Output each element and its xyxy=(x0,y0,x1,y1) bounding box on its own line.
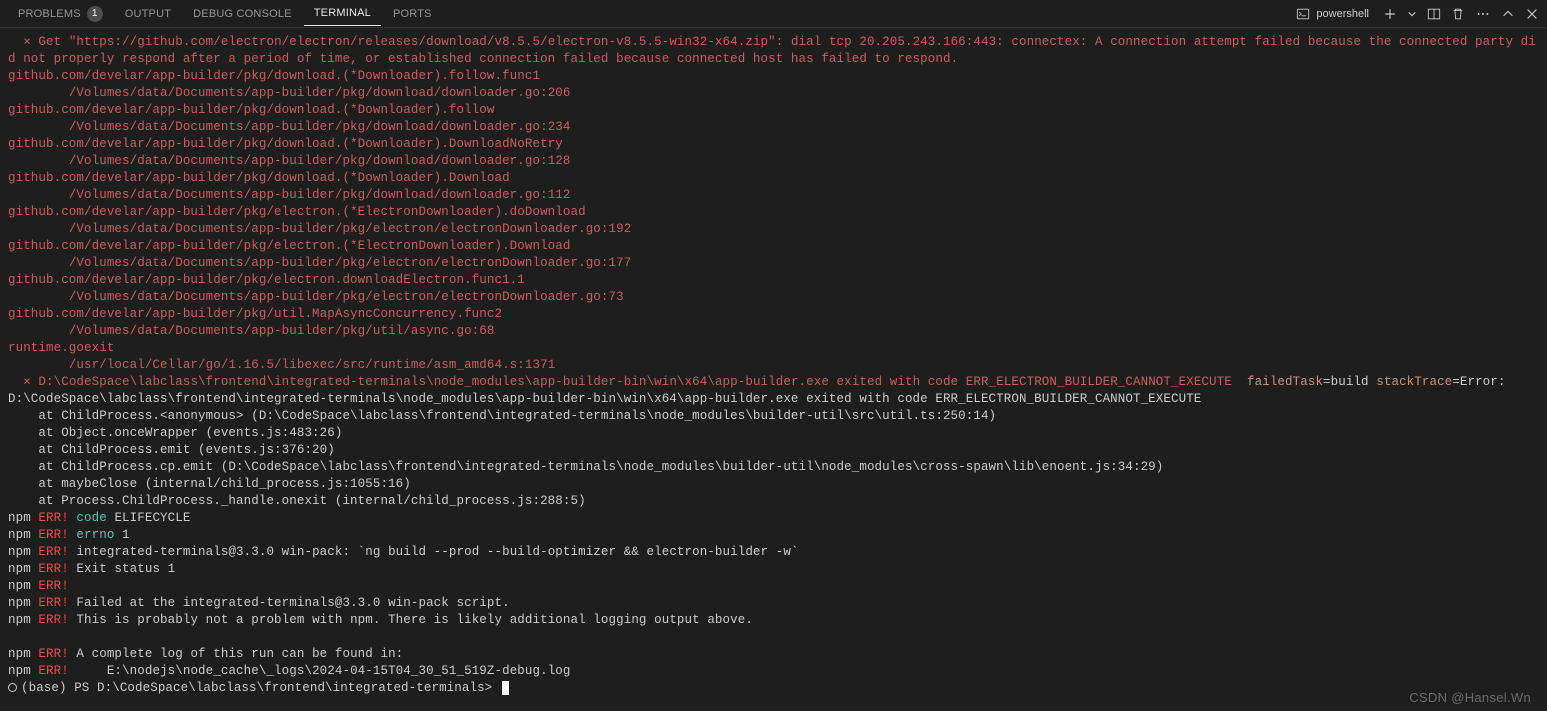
terminal-npm-err-line: npm ERR! E:\nodejs\node_cache\_logs\2024… xyxy=(8,663,1539,680)
terminal-js-stack-line: at Process.ChildProcess._handle.onexit (… xyxy=(8,493,1539,510)
panel-tabs: PROBLEMS 1 OUTPUT DEBUG CONSOLE TERMINAL… xyxy=(8,2,442,26)
terminal-npm-err-line: npm ERR! code ELIFECYCLE xyxy=(8,510,1539,527)
tab-debug-console[interactable]: DEBUG CONSOLE xyxy=(183,2,302,26)
terminal-npm-err-line: npm ERR! This is probably not a problem … xyxy=(8,612,1539,629)
terminal-npm-err-line: npm ERR! xyxy=(8,578,1539,595)
shell-selector[interactable]: powershell xyxy=(1296,7,1373,21)
terminal-js-stack-line: at ChildProcess.cp.emit (D:\CodeSpace\la… xyxy=(8,459,1539,476)
terminal-npm-err-line: npm ERR! Failed at the integrated-termin… xyxy=(8,595,1539,612)
terminal-stack-line: github.com/develar/app-builder/pkg/downl… xyxy=(8,136,1539,153)
watermark: CSDN @Hansel.Wn xyxy=(1409,690,1531,705)
chevron-down-icon[interactable] xyxy=(1407,7,1417,21)
terminal-stack-line: github.com/develar/app-builder/pkg/elect… xyxy=(8,204,1539,221)
tab-ports[interactable]: PORTS xyxy=(383,2,442,26)
terminal-stack-line: github.com/develar/app-builder/pkg/downl… xyxy=(8,102,1539,119)
close-panel-icon[interactable] xyxy=(1525,7,1539,21)
panel-header: PROBLEMS 1 OUTPUT DEBUG CONSOLE TERMINAL… xyxy=(0,0,1547,28)
shell-name: powershell xyxy=(1316,8,1369,20)
terminal-stack-line: /Volumes/data/Documents/app-builder/pkg/… xyxy=(8,85,1539,102)
terminal-npm-err-line: npm ERR! errno 1 xyxy=(8,527,1539,544)
terminal-exe-error-line: ⨯ D:\CodeSpace\labclass\frontend\integra… xyxy=(8,374,1539,408)
tab-problems-label: PROBLEMS xyxy=(18,8,81,20)
terminal-js-stack-line: at maybeClose (internal/child_process.js… xyxy=(8,476,1539,493)
terminal-js-stack-line: at ChildProcess.<anonymous> (D:\CodeSpac… xyxy=(8,408,1539,425)
tab-output[interactable]: OUTPUT xyxy=(115,2,181,26)
tab-terminal-label: TERMINAL xyxy=(314,7,371,19)
maximize-panel-icon[interactable] xyxy=(1501,7,1515,21)
terminal-stack-line: /Volumes/data/Documents/app-builder/pkg/… xyxy=(8,255,1539,272)
terminal-stack-line: github.com/develar/app-builder/pkg/downl… xyxy=(8,170,1539,187)
terminal-npm-err-line: npm ERR! A complete log of this run can … xyxy=(8,646,1539,663)
terminal-cursor xyxy=(502,681,509,695)
split-terminal-icon[interactable] xyxy=(1427,7,1441,21)
terminal-npm-err-line: npm ERR! Exit status 1 xyxy=(8,561,1539,578)
terminal-stack-line: github.com/develar/app-builder/pkg/elect… xyxy=(8,238,1539,255)
tab-debug-console-label: DEBUG CONSOLE xyxy=(193,8,292,20)
terminal-prompt[interactable]: (base) PS D:\CodeSpace\labclass\frontend… xyxy=(8,680,1539,697)
terminal-stack-line: /Volumes/data/Documents/app-builder/pkg/… xyxy=(8,323,1539,340)
terminal-output[interactable]: ⨯ Get "https://github.com/electron/elect… xyxy=(0,28,1547,711)
more-actions-icon[interactable] xyxy=(1475,7,1491,21)
prompt-status-icon xyxy=(8,683,17,692)
problems-count-badge: 1 xyxy=(87,6,103,22)
tab-ports-label: PORTS xyxy=(393,8,432,20)
tab-output-label: OUTPUT xyxy=(125,8,171,20)
tab-problems[interactable]: PROBLEMS 1 xyxy=(8,2,113,26)
terminal-stack-line: github.com/develar/app-builder/pkg/downl… xyxy=(8,68,1539,85)
kill-terminal-icon[interactable] xyxy=(1451,7,1465,21)
terminal-npm-err-line: npm ERR! integrated-terminals@3.3.0 win-… xyxy=(8,544,1539,561)
terminal-stack-line: github.com/develar/app-builder/pkg/elect… xyxy=(8,272,1539,289)
terminal-stack-line: /Volumes/data/Documents/app-builder/pkg/… xyxy=(8,289,1539,306)
terminal-error-line: ⨯ Get "https://github.com/electron/elect… xyxy=(8,34,1539,68)
panel-actions: powershell xyxy=(1296,7,1539,21)
terminal-stack-line: runtime.goexit xyxy=(8,340,1539,357)
terminal-stack-line: /Volumes/data/Documents/app-builder/pkg/… xyxy=(8,187,1539,204)
tab-terminal[interactable]: TERMINAL xyxy=(304,2,381,26)
terminal-stack-line: github.com/develar/app-builder/pkg/util.… xyxy=(8,306,1539,323)
terminal-stack-line: /Volumes/data/Documents/app-builder/pkg/… xyxy=(8,119,1539,136)
terminal-icon xyxy=(1296,7,1310,21)
new-terminal-icon[interactable] xyxy=(1383,7,1397,21)
terminal-js-stack-line: at ChildProcess.emit (events.js:376:20) xyxy=(8,442,1539,459)
terminal-stack-line: /Volumes/data/Documents/app-builder/pkg/… xyxy=(8,221,1539,238)
terminal-stack-line: /usr/local/Cellar/go/1.16.5/libexec/src/… xyxy=(8,357,1539,374)
terminal-stack-line: /Volumes/data/Documents/app-builder/pkg/… xyxy=(8,153,1539,170)
terminal-js-stack-line: at Object.onceWrapper (events.js:483:26) xyxy=(8,425,1539,442)
